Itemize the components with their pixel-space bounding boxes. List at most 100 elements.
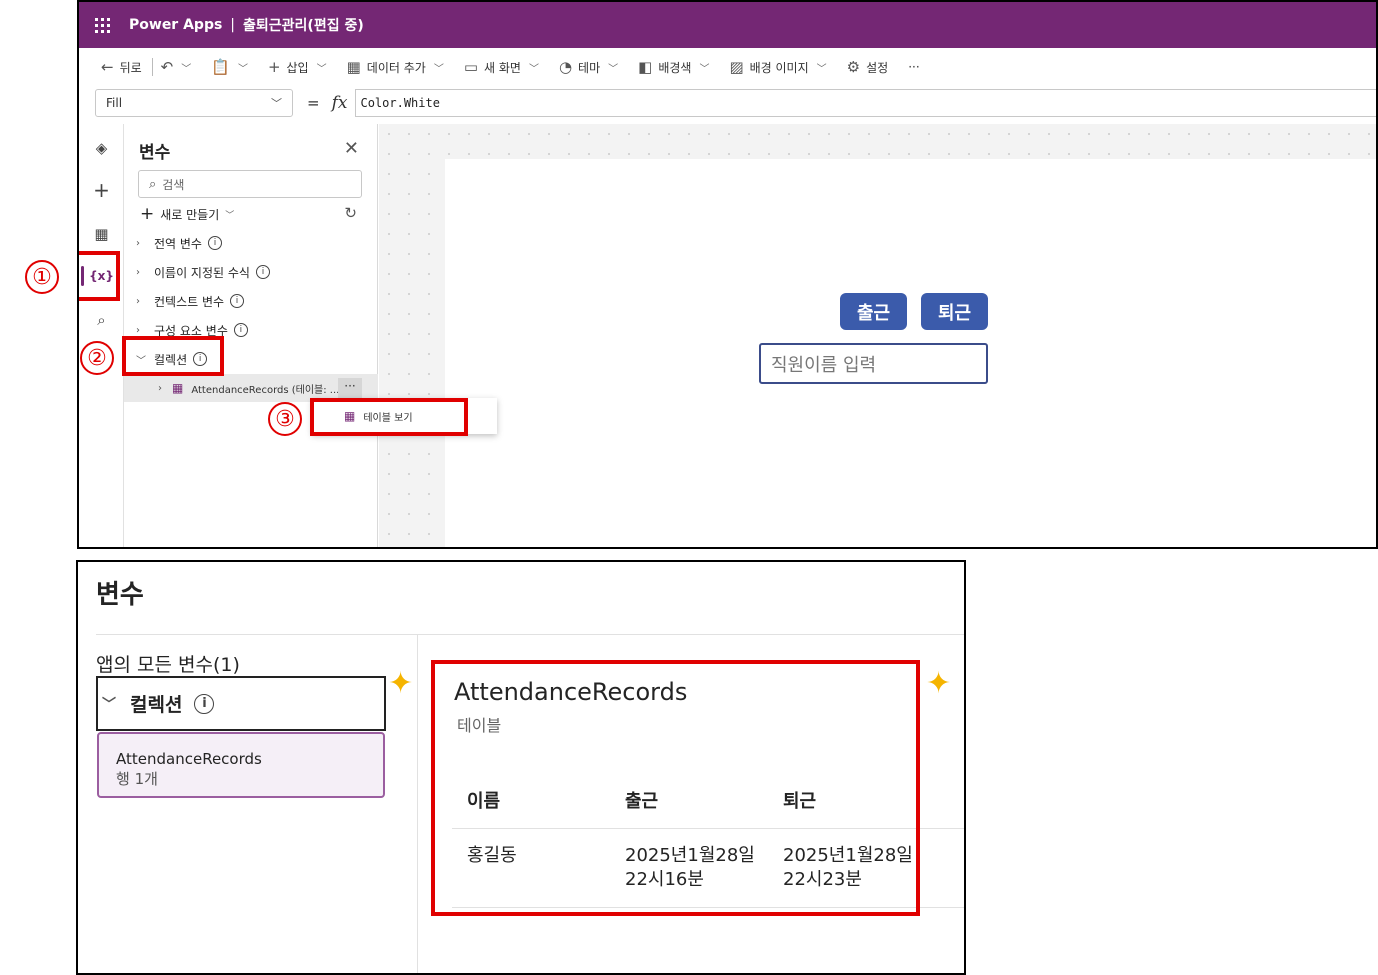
clock-out-button[interactable]: 퇴근 (921, 293, 988, 330)
employee-name-input[interactable]: 직원이름 입력 (759, 343, 988, 384)
divider (96, 634, 964, 635)
section-global-variables[interactable]: › 전역 변수 i (136, 232, 222, 254)
app-screen[interactable]: 출근 퇴근 직원이름 입력 (445, 159, 1376, 547)
callout-box-3 (310, 398, 468, 436)
theme-button[interactable]: ◔ 테마 ﹀ (559, 58, 618, 76)
section-named-formulas[interactable]: › 이름이 지정된 수식 i (136, 261, 270, 283)
background-image-label: 배경 이미지 (749, 60, 809, 75)
callout-number-3: ③ (268, 402, 302, 436)
tree-view-icon[interactable]: ◈ (79, 132, 124, 164)
plus-icon: + (140, 204, 155, 224)
info-icon[interactable]: i (233, 323, 248, 337)
chevron-down-icon: ﹀ (271, 97, 282, 110)
fx-icon[interactable]: fx (332, 93, 348, 113)
callout-number-1: ① (25, 260, 59, 294)
search-input[interactable]: ⌕ 검색 (138, 170, 362, 198)
paste-button[interactable]: 📋 ﹀ (211, 58, 248, 76)
new-screen-label: 새 화면 (484, 60, 521, 75)
chevron-right-icon: › (136, 266, 140, 278)
undo-icon: ↶ (160, 58, 174, 76)
left-rail: ◈ + ▦ {x} ⌕ (79, 124, 124, 547)
chevron-down-icon: ﹀ (102, 696, 116, 713)
document-title: 출퇴근관리(편집 중) (243, 18, 364, 34)
info-icon[interactable]: i (207, 236, 222, 250)
chevron-down-icon: ﹀ (699, 63, 710, 75)
app-launcher-icon[interactable] (79, 17, 125, 33)
add-data-label: 데이터 추가 (366, 60, 426, 75)
sparkle-icon: ✦ (926, 666, 952, 701)
section-label: 이름이 지정된 수식 (154, 265, 250, 280)
chevron-down-icon: ﹀ (816, 63, 827, 75)
close-icon[interactable]: ✕ (344, 138, 359, 159)
table-add-icon: ▦ (346, 58, 361, 76)
table-icon: ▦ (172, 381, 184, 395)
chevron-right-icon: › (136, 237, 140, 249)
chevron-down-icon[interactable]: ﹀ (238, 60, 248, 75)
collection-card-row-count: 행 1개 (116, 770, 158, 788)
callout-box-table (431, 660, 920, 916)
clock-in-button[interactable]: 출근 (840, 293, 907, 330)
clipboard-icon: 📋 (211, 58, 230, 76)
more-label: ··· (908, 60, 920, 74)
equals-sign: = (307, 94, 320, 112)
collection-section-header[interactable]: ﹀ 컬렉션 i (96, 676, 386, 731)
chevron-right-icon: › (136, 295, 140, 307)
background-color-button[interactable]: ◧ 배경색 ﹀ (638, 58, 709, 76)
data-icon[interactable]: ▦ (79, 218, 124, 250)
new-label: 새로 만들기 (160, 207, 220, 222)
toolbar-divider (151, 58, 153, 76)
back-label: 뒤로 (119, 60, 142, 75)
collection-section-label: 컬렉션 (130, 694, 183, 716)
search-icon[interactable]: ⌕ (79, 304, 124, 336)
theme-label: 테마 (578, 60, 601, 75)
formula-bar: Fill ﹀ = fx Color.White (79, 86, 1376, 120)
chevron-down-icon[interactable]: ﹀ (181, 60, 191, 75)
refresh-icon[interactable]: ↻ (344, 204, 357, 222)
new-screen-button[interactable]: ▭ 새 화면 ﹀ (464, 58, 539, 76)
undo-button[interactable]: ↶ ﹀ (161, 58, 192, 76)
section-label: 전역 변수 (154, 236, 202, 251)
chevron-down-icon: ﹀ (225, 210, 235, 221)
new-screen-icon: ▭ (463, 58, 478, 76)
variables-view-screenshot: 변수 앱의 모든 변수(1) ﹀ 컬렉션 i AttendanceRecords… (76, 560, 966, 975)
settings-label: 설정 (866, 60, 889, 75)
add-data-button[interactable]: ▦ 데이터 추가 ﹀ (347, 58, 444, 76)
all-variables-heading: 앱의 모든 변수(1) (96, 654, 240, 676)
info-icon[interactable]: i (194, 693, 215, 714)
search-icon: ⌕ (149, 176, 157, 192)
design-canvas: 출근 퇴근 직원이름 입력 (379, 124, 1376, 547)
property-value: Fill (106, 96, 123, 110)
settings-button[interactable]: ⚙ 설정 (847, 58, 889, 76)
search-placeholder: 검색 (162, 177, 185, 192)
panel-title: 변수 (139, 143, 171, 163)
new-button[interactable]: + 새로 만들기 ﹀ (140, 204, 234, 224)
collection-item-label: AttendanceRecords (테이블: ... (191, 384, 340, 396)
command-bar: ← 뒤로 ↶ ﹀ 📋 ﹀ + 삽입 ﹀ ▦ 데이터 추가 ﹀ ▭ 새 화면 ﹀ … (79, 48, 1376, 86)
section-context-variables[interactable]: › 컨텍스트 변수 i (136, 290, 245, 312)
sparkle-icon: ✦ (388, 666, 414, 701)
title-separator: | (230, 17, 236, 33)
gear-icon: ⚙ (846, 58, 861, 76)
collection-card[interactable]: AttendanceRecords 행 1개 (97, 732, 385, 798)
insert-label: 삽입 (286, 60, 309, 75)
property-dropdown[interactable]: Fill ﹀ (95, 89, 293, 117)
more-options-button[interactable]: ··· (338, 378, 362, 398)
formula-input[interactable]: Color.White (355, 89, 1376, 117)
background-image-button[interactable]: ▨ 배경 이미지 ﹀ (729, 58, 826, 76)
back-button[interactable]: ← 뒤로 (101, 58, 142, 76)
more-commands-button[interactable]: ··· (908, 60, 919, 74)
chevron-down-icon: ﹀ (528, 63, 539, 75)
formula-value: Color.White (360, 96, 440, 110)
info-icon[interactable]: i (255, 265, 270, 279)
chevron-right-icon: › (136, 324, 140, 336)
collection-card-name: AttendanceRecords (116, 750, 262, 768)
background-color-label: 배경색 (658, 60, 692, 75)
variables-view-title: 변수 (96, 580, 144, 610)
name-input-placeholder: 직원이름 입력 (771, 354, 877, 376)
app-name: Power Apps (129, 17, 223, 33)
chevron-down-icon: ﹀ (608, 63, 619, 75)
insert-button[interactable]: + 삽입 ﹀ (268, 58, 327, 76)
insert-icon[interactable]: + (79, 174, 124, 206)
callout-box-2 (122, 336, 224, 376)
info-icon[interactable]: i (230, 294, 245, 308)
